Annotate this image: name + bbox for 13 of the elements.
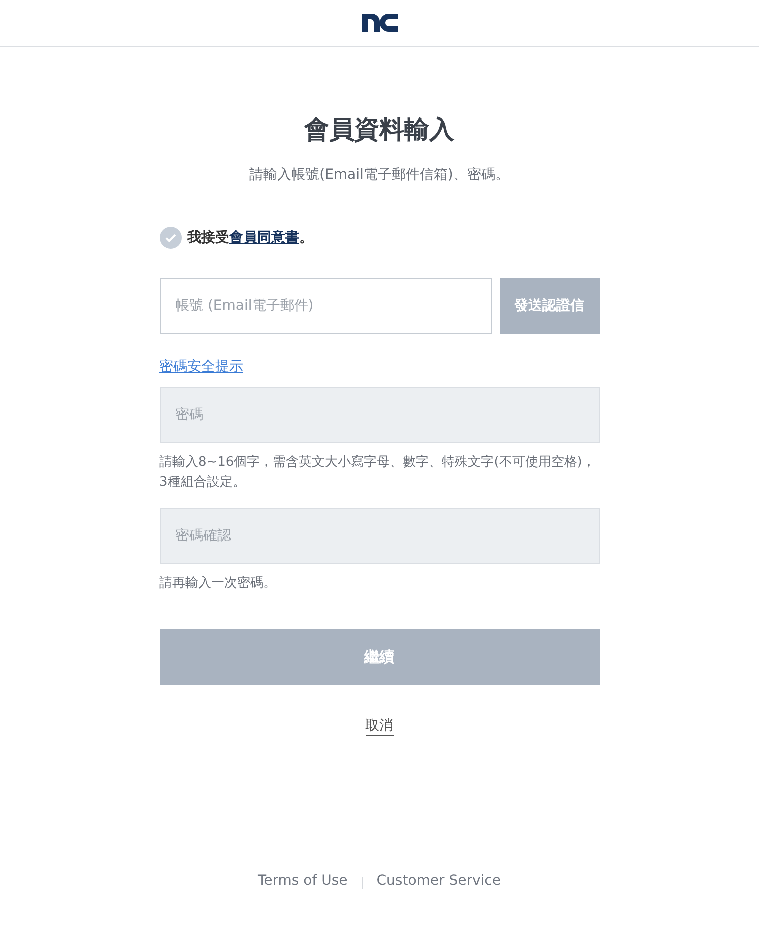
email-field[interactable]: 帳號 (Email電子郵件) [160,278,492,334]
cancel-link[interactable]: 取消 [366,717,394,736]
password-tips-link[interactable]: 密碼安全提示 [160,358,244,376]
password-confirm-hint: 請再輸入一次密碼。 [160,575,278,593]
checkbox-icon[interactable] [160,227,182,249]
footer-link[interactable]: Terms of Use [258,873,348,889]
subtitle: 請輸入帳號(Email電子郵件信箱)、密碼。 [250,166,510,184]
password-hint: 請輸入8~16個字，需含英文大小寫字母、數字、特殊文字(不可使用空格)，3種組合設定。 [160,454,596,492]
logo-icon [362,14,398,32]
agreement-text: 我接受會員同意書。 [188,229,314,247]
agreement-link[interactable]: 會員同意書 [230,230,300,246]
footer-link[interactable]: Customer Service [376,873,501,889]
page-title: 會員資料輸入 [304,114,454,146]
